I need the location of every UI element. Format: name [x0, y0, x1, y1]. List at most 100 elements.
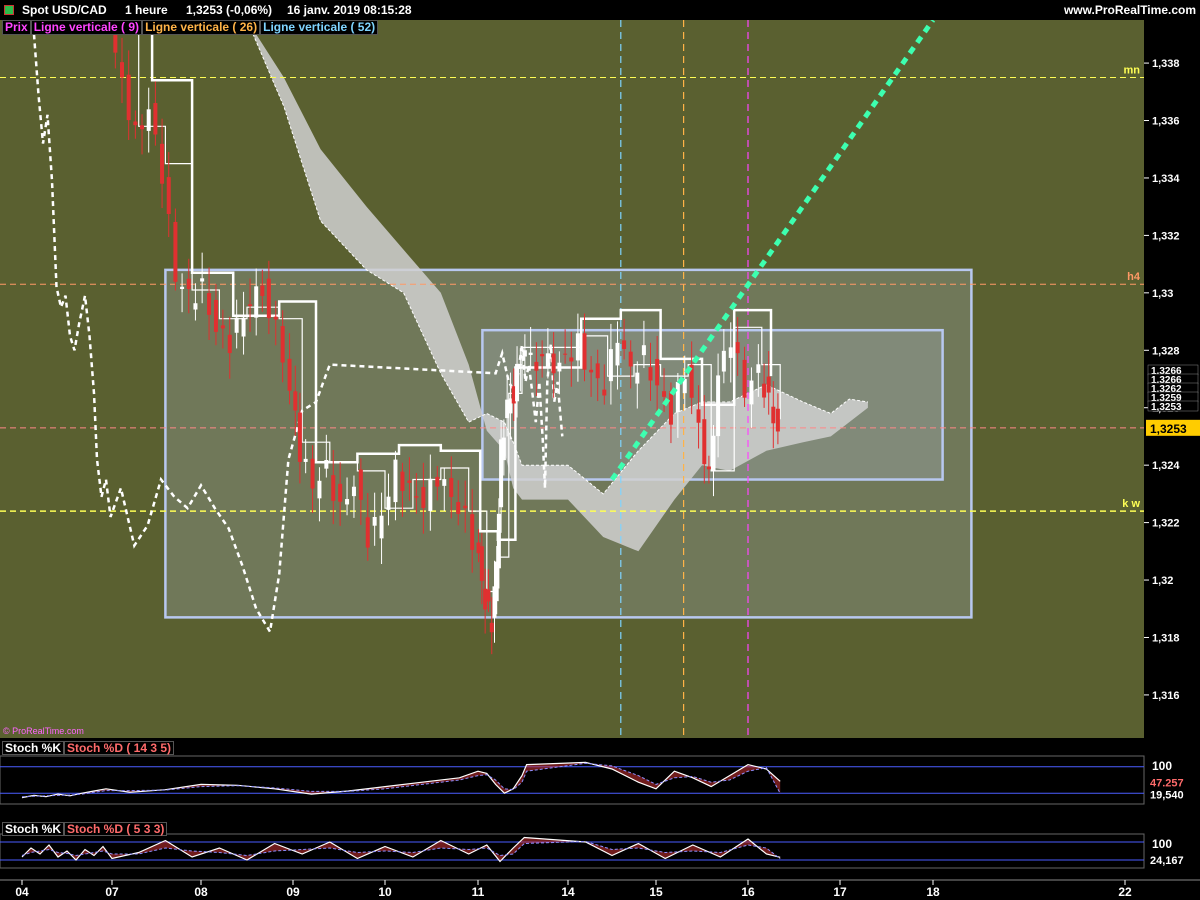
candle-body — [716, 375, 721, 437]
candle-body — [449, 478, 454, 497]
y-tick-label: 1,324 — [1152, 460, 1180, 472]
timeframe-label[interactable]: 1 heure — [125, 3, 168, 17]
stoch-tick-100: 100 — [1152, 837, 1172, 851]
stoch-1-k-label[interactable]: Stoch %K — [2, 741, 65, 755]
candle-body — [711, 435, 716, 471]
candle-body — [742, 359, 747, 398]
candle-body — [595, 363, 600, 379]
candle-body — [120, 62, 125, 78]
datetime-label: 16 janv. 2019 08:15:28 — [287, 3, 412, 17]
legend-item-prix[interactable]: Prix — [2, 20, 31, 35]
candle-body — [220, 325, 225, 329]
y-tick-label: 1,322 — [1152, 518, 1180, 530]
y-tick-label: 1,318 — [1152, 632, 1180, 644]
y-tick-label: 1,336 — [1152, 116, 1180, 128]
candle-body — [351, 486, 356, 497]
candle-body — [442, 479, 447, 486]
candle-body — [126, 74, 131, 121]
candle-body — [635, 372, 640, 384]
y-tick-label: 1,316 — [1152, 690, 1180, 702]
x-tick-label: 10 — [378, 885, 392, 899]
candle-body — [345, 499, 350, 505]
candle-body — [213, 299, 218, 332]
candle-body — [589, 369, 594, 373]
candle-body — [608, 349, 613, 382]
candle-body — [648, 367, 653, 381]
y-tick-label: 1,33 — [1152, 288, 1173, 300]
stoch-2-k-label[interactable]: Stoch %K — [2, 822, 65, 836]
price-axis-panel — [1144, 20, 1200, 880]
candle-body — [771, 406, 776, 424]
candle-body — [762, 383, 767, 398]
candle-body — [545, 353, 550, 367]
x-tick-label: 17 — [833, 885, 847, 899]
candle-body — [766, 376, 771, 393]
current-price-label: 1,3253 — [1150, 422, 1187, 436]
candle-body — [407, 480, 412, 483]
legend-item-vline-9[interactable]: Ligne verticale ( 9) — [30, 20, 143, 35]
candle-body — [551, 353, 556, 374]
level-label-0: mn — [1124, 64, 1141, 76]
x-tick-label: 04 — [15, 885, 29, 899]
legend-item-vline-26[interactable]: Ligne verticale ( 26) — [142, 20, 261, 35]
candle-body — [317, 480, 322, 499]
stoch-panel-2 — [0, 833, 1145, 869]
y-tick-label: 1,328 — [1152, 345, 1180, 357]
level-label-2: k w — [1122, 498, 1140, 510]
candle-body — [173, 221, 178, 282]
candle-body — [266, 278, 271, 319]
candle-body — [186, 278, 191, 290]
stoch-2-d-label[interactable]: Stoch %D ( 5 3 3) — [64, 822, 168, 836]
legend-item-vline-52[interactable]: Ligne verticale ( 52) — [260, 20, 379, 35]
candle-body — [486, 589, 491, 602]
candle-body — [696, 409, 701, 423]
candle-body — [622, 340, 627, 349]
site-label[interactable]: www.ProRealTime.com — [1064, 3, 1196, 17]
candle-body — [534, 361, 539, 371]
candle-body — [303, 458, 308, 462]
candle-body — [338, 483, 343, 502]
x-tick-label: 11 — [472, 885, 485, 899]
candle-body — [456, 502, 461, 514]
candle-body — [540, 354, 545, 357]
x-tick-label: 07 — [105, 885, 119, 899]
candle-body — [421, 487, 426, 508]
candle-body — [463, 505, 468, 509]
y-tick-label: 1,338 — [1152, 58, 1180, 70]
candle-body — [489, 622, 494, 633]
x-tick-label: 18 — [926, 885, 940, 899]
stoch-d-value: 24,167 — [1150, 855, 1184, 867]
indicator-legend: Prix Ligne verticale ( 9) Ligne vertical… — [2, 20, 379, 35]
candle-body — [200, 278, 205, 282]
candle-body — [735, 342, 740, 354]
candle-body — [655, 358, 660, 386]
y-tick-label: 1,334 — [1152, 173, 1180, 185]
x-axis-strip — [0, 880, 1200, 900]
chart-canvas: mnh4k w1,3161,3181,321,3221,3241,3261,32… — [0, 0, 1200, 900]
stoch-1-d-label[interactable]: Stoch %D ( 14 3 5) — [64, 741, 175, 755]
instrument-icon — [4, 5, 14, 15]
x-tick-label: 08 — [194, 885, 208, 899]
candle-body — [254, 286, 259, 318]
symbol-label[interactable]: Spot USD/CAD — [22, 3, 107, 17]
candle-body — [331, 475, 336, 501]
stoch-2-legend: Stoch %K Stoch %D ( 5 3 3) — [2, 822, 168, 836]
candle-body — [501, 437, 506, 461]
candle-body — [358, 469, 363, 500]
stoch-d-value: 19,540 — [1150, 789, 1184, 801]
candle-body — [293, 391, 298, 411]
watermark: © ProRealTime.com — [3, 726, 84, 736]
candle-body — [582, 333, 587, 370]
candle-body — [706, 466, 711, 470]
candle-body — [365, 517, 370, 548]
candle-body — [628, 351, 633, 367]
candle-body — [575, 333, 580, 361]
candle-body — [386, 496, 391, 510]
x-tick-label: 09 — [286, 885, 300, 899]
candle-body — [166, 177, 171, 214]
candle-body — [140, 125, 145, 130]
candle-body — [662, 391, 667, 397]
candle-body — [518, 364, 523, 366]
candle-body — [227, 334, 232, 354]
candle-body — [310, 458, 315, 489]
